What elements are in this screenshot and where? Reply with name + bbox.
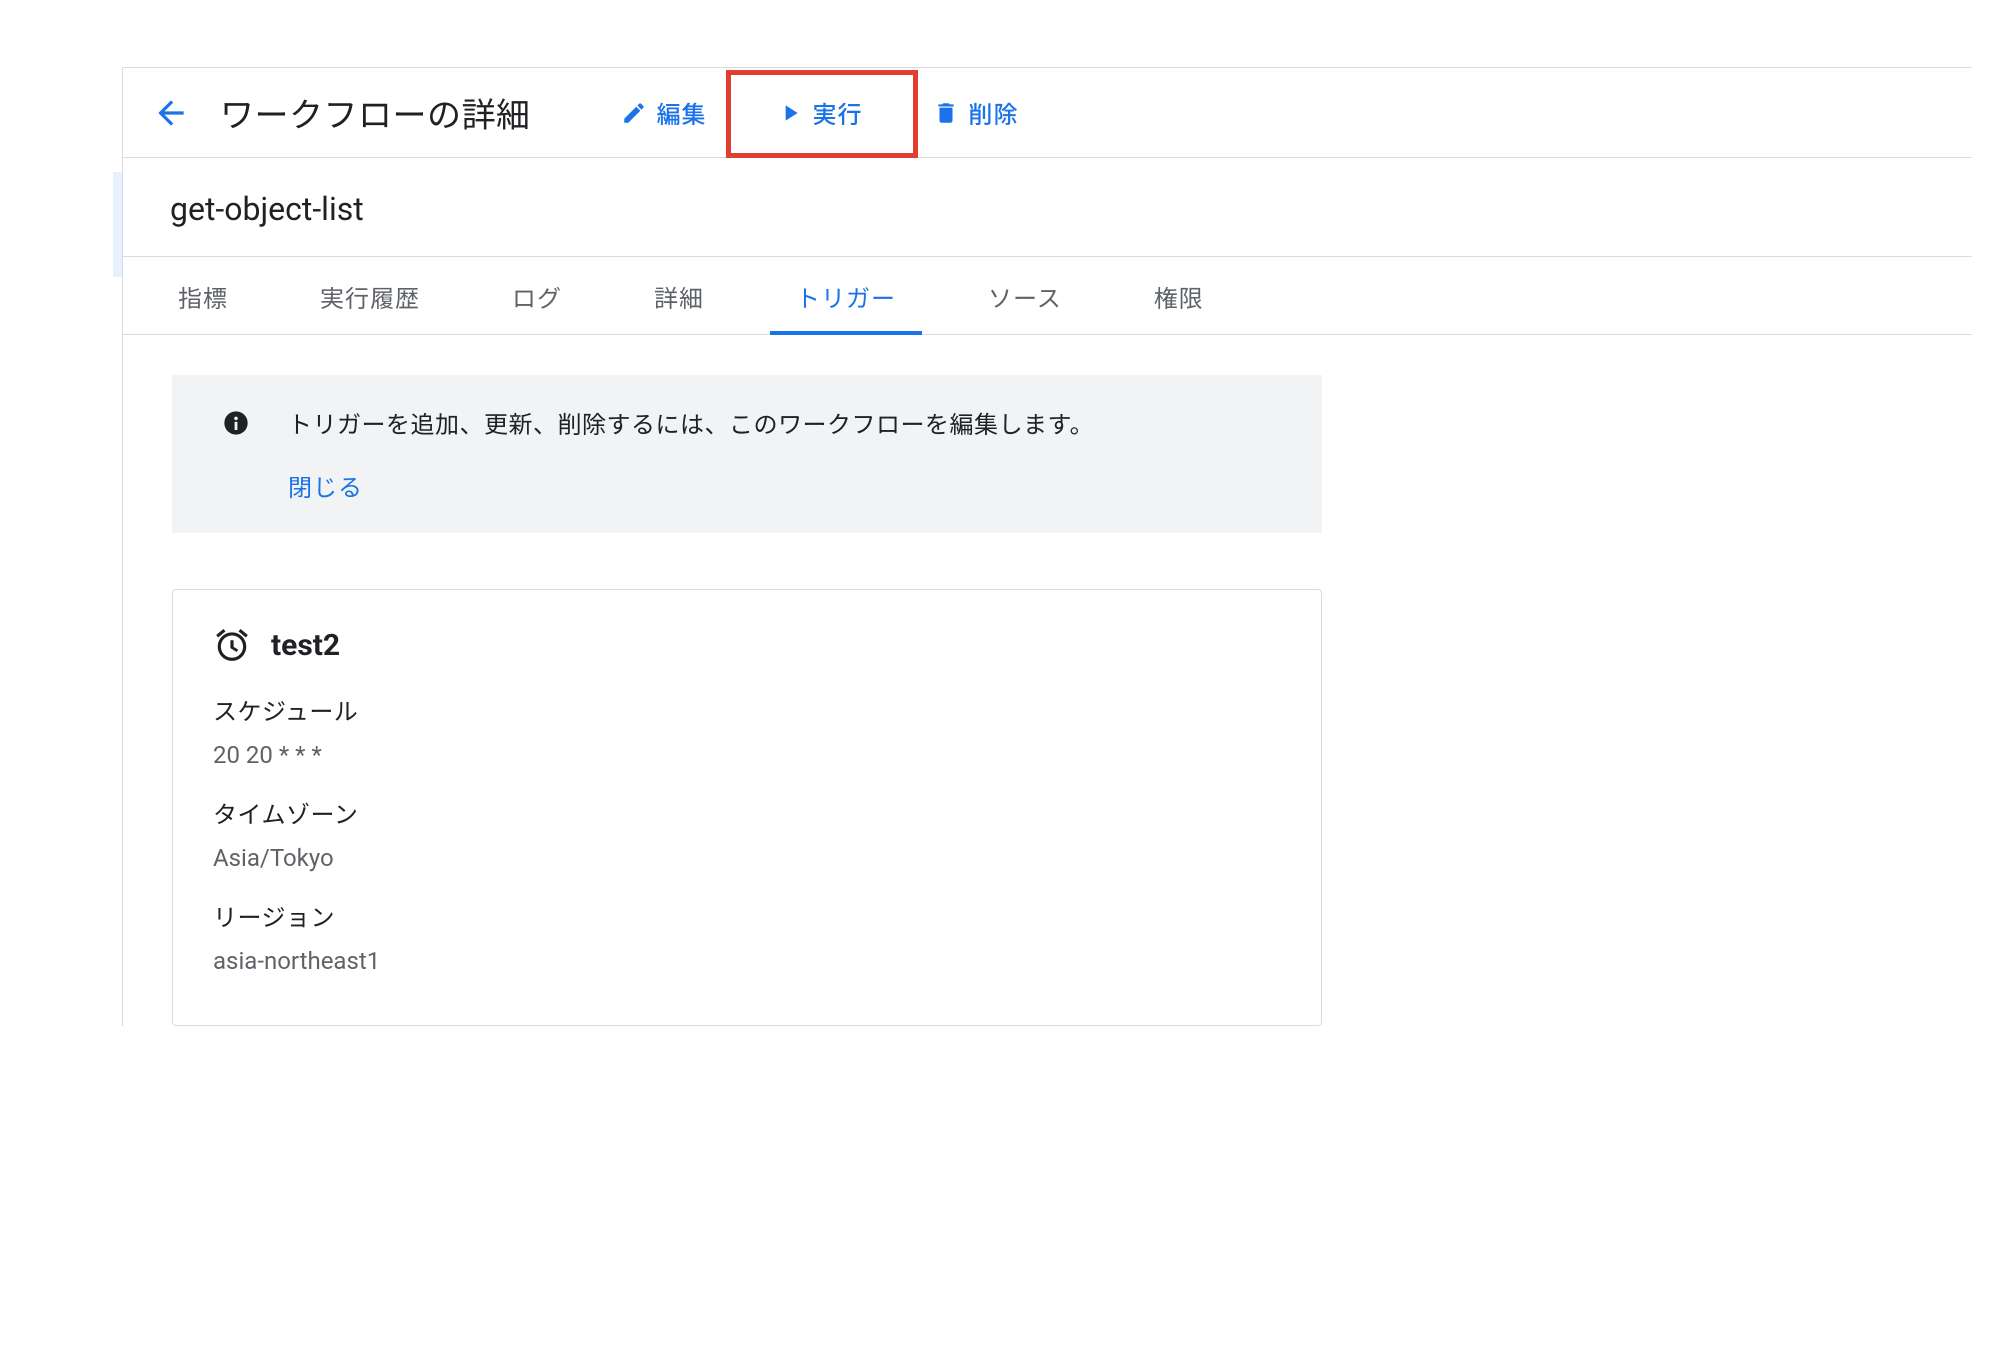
delete-button-label: 削除 [969, 95, 1019, 130]
timezone-value: Asia/Tokyo [213, 844, 1281, 872]
page-title: ワークフローの詳細 [220, 88, 531, 137]
header-bar: ワークフローの詳細 編集 実行 削除 [122, 68, 1972, 158]
region-value: asia-northeast1 [213, 947, 1281, 975]
play-icon [777, 100, 803, 126]
tab-triggers[interactable]: トリガー [780, 257, 912, 334]
trigger-header: test2 [213, 626, 1281, 664]
run-button-label: 実行 [813, 95, 863, 130]
workflow-name-row: get-object-list [122, 158, 1972, 257]
info-message: トリガーを追加、更新、削除するには、このワークフローを編集します。 [288, 405, 1094, 440]
delete-button[interactable]: 削除 [913, 83, 1039, 142]
info-banner: トリガーを追加、更新、削除するには、このワークフローを編集します。 閉じる [172, 375, 1322, 533]
tab-permissions[interactable]: 権限 [1138, 257, 1220, 334]
schedule-field: スケジュール 20 20 * * * [213, 692, 1281, 769]
timezone-label: タイムゾーン [213, 795, 1281, 830]
info-icon [222, 409, 250, 441]
tab-source[interactable]: ソース [972, 257, 1078, 334]
tabs-row: 指標 実行履歴 ログ 詳細 トリガー ソース 権限 [122, 257, 1972, 335]
pencil-icon [621, 100, 647, 126]
workflow-name: get-object-list [170, 190, 1972, 228]
tab-logs[interactable]: ログ [496, 257, 578, 334]
timezone-field: タイムゾーン Asia/Tokyo [213, 795, 1281, 872]
alarm-clock-icon [213, 626, 251, 664]
trash-icon [933, 100, 959, 126]
edit-button-label: 編集 [657, 95, 707, 130]
trigger-card: test2 スケジュール 20 20 * * * タイムゾーン Asia/Tok… [172, 589, 1322, 1026]
arrow-left-icon [152, 94, 190, 132]
back-button[interactable] [152, 94, 190, 132]
schedule-value: 20 20 * * * [213, 741, 1281, 769]
region-field: リージョン asia-northeast1 [213, 898, 1281, 975]
trigger-name: test2 [271, 628, 340, 663]
schedule-label: スケジュール [213, 692, 1281, 727]
region-label: リージョン [213, 898, 1281, 933]
edit-button[interactable]: 編集 [601, 83, 727, 142]
tab-metrics[interactable]: 指標 [162, 257, 244, 334]
tab-details[interactable]: 詳細 [638, 257, 720, 334]
content-area: トリガーを追加、更新、削除するには、このワークフローを編集します。 閉じる te… [122, 335, 1972, 1026]
run-button[interactable]: 実行 [757, 83, 883, 142]
info-close-link[interactable]: 閉じる [288, 468, 1094, 503]
tab-history[interactable]: 実行履歴 [304, 257, 436, 334]
